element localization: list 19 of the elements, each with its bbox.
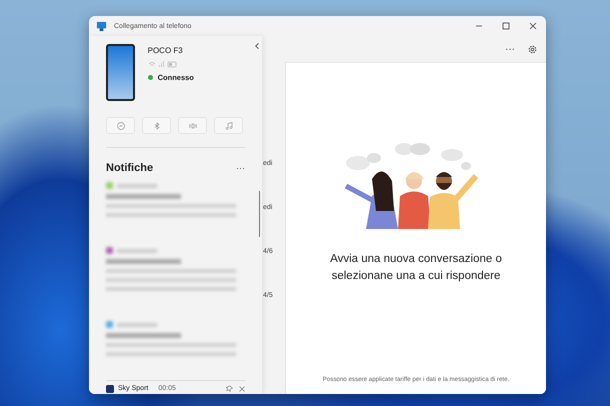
- close-icon[interactable]: [238, 384, 246, 392]
- app-icon: [96, 20, 107, 32]
- app-icon: [106, 384, 114, 392]
- vibrate-icon: [188, 120, 198, 130]
- more-options-button[interactable]: ···: [505, 44, 515, 54]
- close-icon[interactable]: [528, 21, 538, 31]
- phone-image: [106, 44, 135, 101]
- minus-circle-icon: [116, 120, 126, 130]
- notifications-heading: Notifiche: [106, 162, 154, 174]
- settings-icon[interactable]: [527, 44, 538, 54]
- do-not-disturb-button[interactable]: [106, 117, 135, 134]
- empty-state-message: Avvia una nuova conversazione o selezionane una a cui rispondere: [329, 252, 503, 284]
- more-options-button[interactable]: ···: [236, 163, 245, 173]
- device-name: POCO F3: [148, 46, 184, 55]
- music-note-icon: [224, 120, 234, 130]
- phone-status-icons: [148, 60, 178, 68]
- pin-icon[interactable]: [226, 384, 234, 392]
- maximize-icon[interactable]: [501, 21, 511, 31]
- scrollbar: [259, 191, 260, 237]
